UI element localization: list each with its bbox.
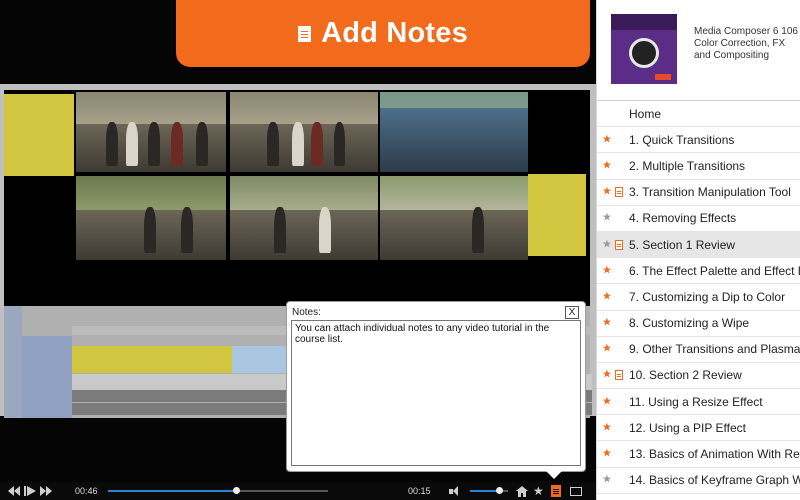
favorite-star-icon[interactable]: ★ [602, 396, 612, 407]
lesson-label: 3. Transition Manipulation Tool [629, 185, 791, 200]
track-names [22, 336, 72, 418]
favorite-star-icon[interactable]: ★ [602, 212, 612, 224]
video-frame [230, 92, 378, 172]
rewind-button[interactable] [8, 485, 20, 497]
lesson-item[interactable]: ★ 13. Basics of Animation With Res [597, 441, 800, 468]
progress-knob[interactable] [232, 487, 240, 494]
lesson-label: 11. Using a Resize Effect [629, 394, 763, 409]
lesson-item[interactable]: ★ 5. Section 1 Review [597, 231, 800, 259]
monitor-fill [528, 174, 586, 256]
notes-textarea[interactable]: You can attach individual notes to any v… [291, 320, 581, 466]
notes-popup: Notes: X You can attach individual notes… [286, 301, 586, 472]
lesson-label: 1. Quick Transitions [629, 132, 735, 147]
monitor-fill [4, 94, 74, 176]
course-title-line: Media Composer 6 106 [694, 26, 798, 37]
notes-pointer [546, 471, 562, 479]
document-icon [298, 25, 312, 42]
video-frame [76, 92, 226, 172]
favorite-star-icon[interactable]: ★ [602, 239, 612, 250]
remaining-time: 00:15 [408, 486, 431, 496]
favorite-star-icon[interactable]: ★ [602, 134, 612, 145]
lesson-label: 8. Customizing a Wipe [629, 316, 750, 331]
video-area[interactable]: Add Notes Notes: X You can attach indivi… [0, 0, 596, 500]
lesson-item[interactable]: ★ 6. The Effect Palette and Effect Ed [597, 258, 800, 285]
progress-fill [108, 490, 236, 492]
fullscreen-icon[interactable] [570, 485, 582, 497]
player-controls: 00:46 00:15 ★ [0, 482, 596, 500]
course-title-line: and Compositing [694, 50, 770, 61]
lesson-list: Home ★ 1. Quick Transitions ★ 2. Multiple Tr… [597, 100, 800, 500]
volume-icon[interactable] [449, 485, 458, 497]
course-cover-image [611, 14, 677, 84]
favorite-star-icon[interactable]: ★ [602, 343, 612, 355]
lesson-item[interactable]: ★ 10. Section 2 Review [597, 362, 800, 390]
banner-label: Add Notes [321, 17, 468, 49]
lesson-item[interactable]: ★ 7. Customizing a Dip to Color [597, 284, 800, 311]
course-header[interactable]: Media Composer 6 106 Color Correction, F… [597, 0, 800, 98]
lesson-item[interactable]: ★ 2. Multiple Transitions [597, 153, 800, 180]
favorite-star-icon[interactable]: ★ [602, 186, 612, 198]
lesson-item[interactable]: ★ 8. Customizing a Wipe [597, 310, 800, 337]
lesson-label: 4. Removing Effects [629, 211, 737, 226]
favorite-star-icon[interactable]: ★ [602, 317, 612, 329]
favorite-star-icon[interactable]: ★ [602, 422, 612, 433]
timeline-tools [4, 306, 22, 418]
lesson-label: 6. The Effect Palette and Effect Ed [629, 263, 800, 278]
favorite-star-icon[interactable]: ★ [602, 474, 612, 486]
course-title: Media Composer 6 106 Color Correction, F… [694, 26, 798, 62]
lesson-label: 7. Customizing a Dip to Color [629, 289, 786, 304]
sidebar: Media Composer 6 106 Color Correction, F… [596, 0, 800, 500]
favorite-star-icon[interactable]: ★ [602, 265, 612, 276]
favorite-star-icon[interactable]: ★ [602, 160, 612, 171]
lesson-item[interactable]: ★ 14. Basics of Keyframe Graph Wi [597, 467, 800, 494]
video-frame [380, 92, 528, 172]
note-icon [615, 370, 623, 381]
lesson-label: 5. Section 1 Review [629, 237, 736, 252]
volume-knob[interactable] [495, 487, 503, 494]
notes-title: Notes: [292, 307, 321, 318]
timeline-clip [72, 346, 232, 373]
note-icon [615, 187, 623, 198]
notes-close-button[interactable]: X [565, 306, 579, 319]
lesson-item[interactable]: ★ 1. Quick Transitions [597, 127, 800, 154]
home-icon[interactable] [516, 485, 528, 497]
lesson-item[interactable]: ★ 11. Using a Resize Effect [597, 389, 800, 416]
lesson-item[interactable]: ★ 12. Using a PIP Effect [597, 415, 800, 442]
lesson-label: Home [629, 106, 662, 121]
favorite-star-icon[interactable]: ★ [602, 369, 612, 381]
note-icon [615, 239, 623, 250]
star-icon[interactable]: ★ [533, 485, 544, 497]
lesson-label: 9. Other Transitions and Plasma W [629, 342, 800, 357]
video-frame [76, 176, 226, 260]
lesson-item[interactable]: ★ 4. Removing Effects [597, 205, 800, 232]
video-frame [230, 176, 378, 260]
favorite-star-icon[interactable]: ★ [602, 448, 612, 460]
volume-fill [470, 490, 499, 492]
video-frame [380, 176, 528, 260]
fast-forward-button[interactable] [40, 485, 52, 497]
notes-icon[interactable] [551, 485, 561, 497]
elapsed-time: 00:46 [75, 486, 98, 496]
lesson-item[interactable]: ★ 9. Other Transitions and Plasma W [597, 336, 800, 363]
lesson-label: 2. Multiple Transitions [629, 158, 746, 173]
favorite-star-icon[interactable]: ★ [602, 291, 612, 302]
lesson-label: 10. Section 2 Review [629, 368, 742, 383]
add-notes-banner: Add Notes [176, 0, 590, 67]
lesson-label: 12. Using a PIP Effect [629, 420, 746, 435]
lesson-item[interactable]: Home [597, 101, 800, 128]
play-button[interactable] [24, 485, 36, 497]
course-title-line: Color Correction, FX [694, 38, 786, 49]
lesson-label: 13. Basics of Animation With Res [629, 447, 800, 462]
lesson-item[interactable]: ★ 3. Transition Manipulation Tool [597, 179, 800, 206]
lesson-label: 14. Basics of Keyframe Graph Wi [629, 473, 800, 488]
